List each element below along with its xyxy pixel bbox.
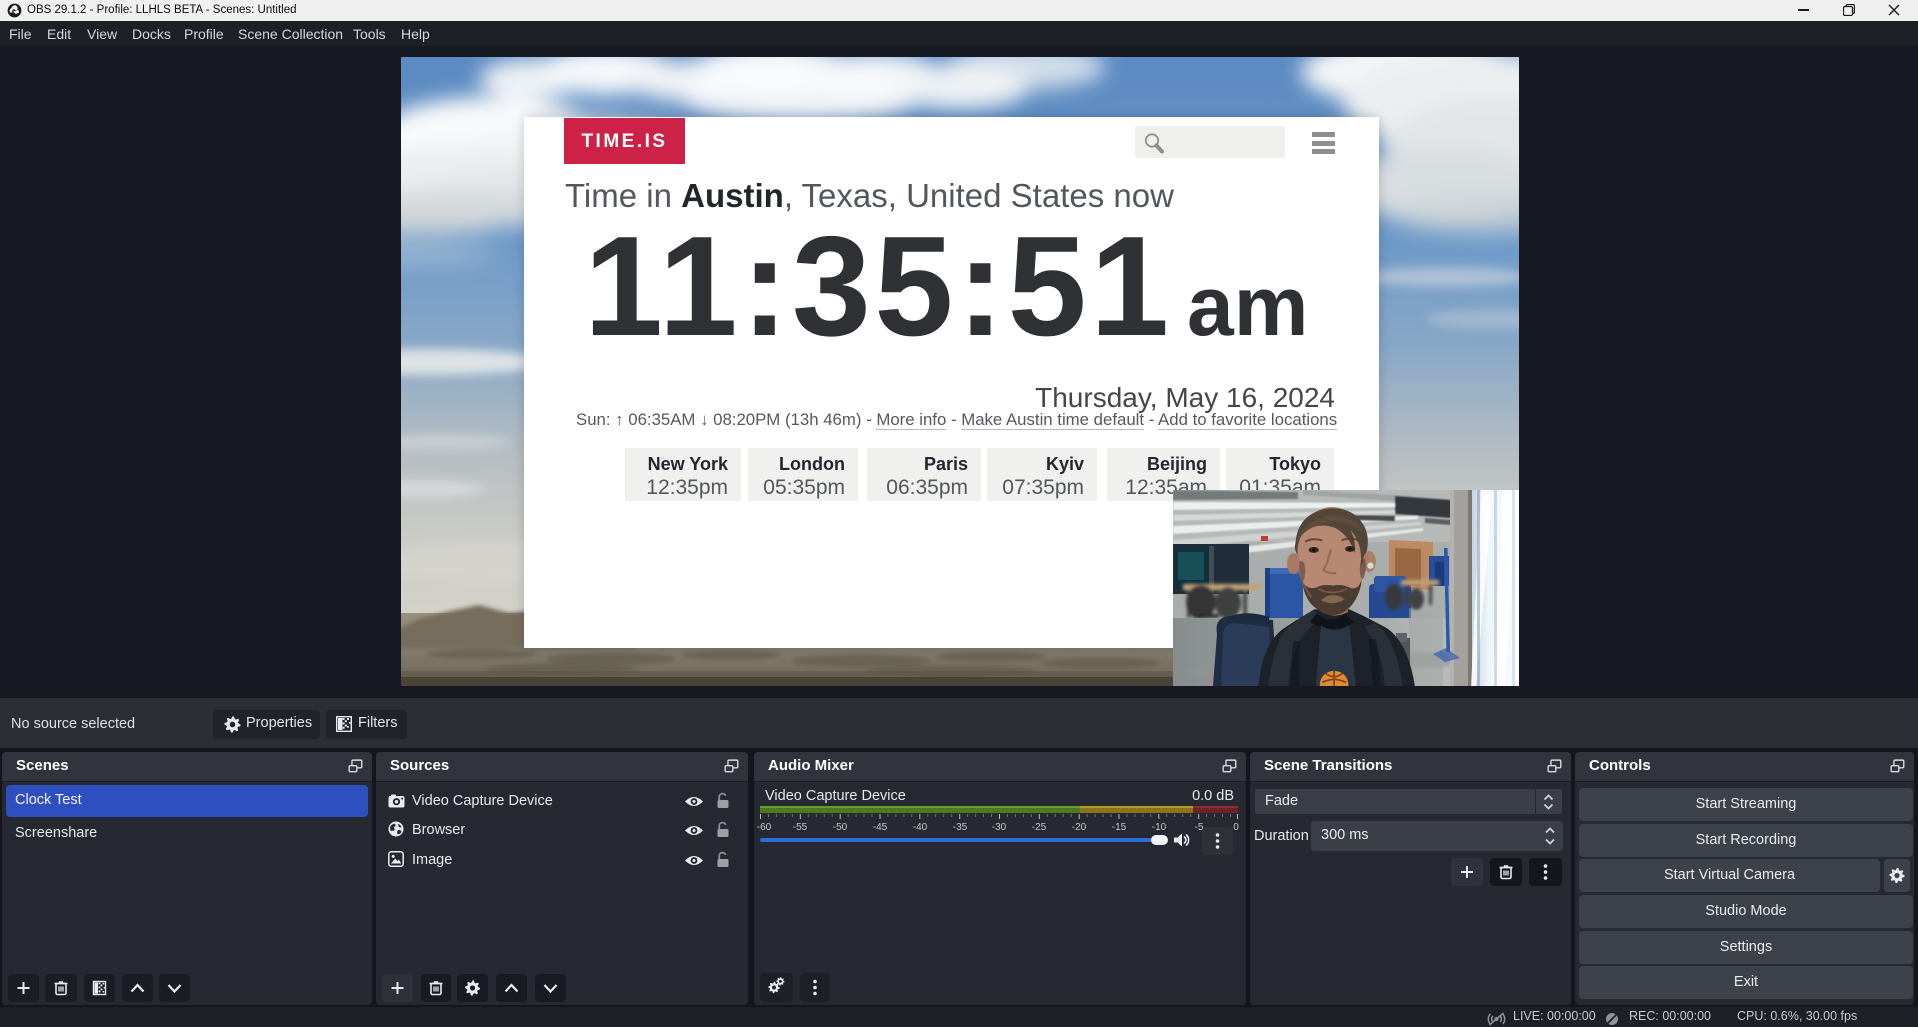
svg-text:-25: -25 (1032, 822, 1047, 832)
svg-text:-50: -50 (833, 822, 848, 832)
svg-text:-30: -30 (992, 822, 1007, 832)
svg-text:-55: -55 (793, 822, 808, 832)
svg-text:-60: -60 (757, 822, 772, 832)
svg-text:-15: -15 (1112, 822, 1127, 832)
svg-text:-10: -10 (1152, 822, 1167, 832)
svg-text:-35: -35 (953, 822, 968, 832)
svg-text:-20: -20 (1072, 822, 1087, 832)
svg-text:0: 0 (1233, 822, 1239, 832)
svg-text:-45: -45 (873, 822, 888, 832)
svg-text:-40: -40 (913, 822, 928, 832)
